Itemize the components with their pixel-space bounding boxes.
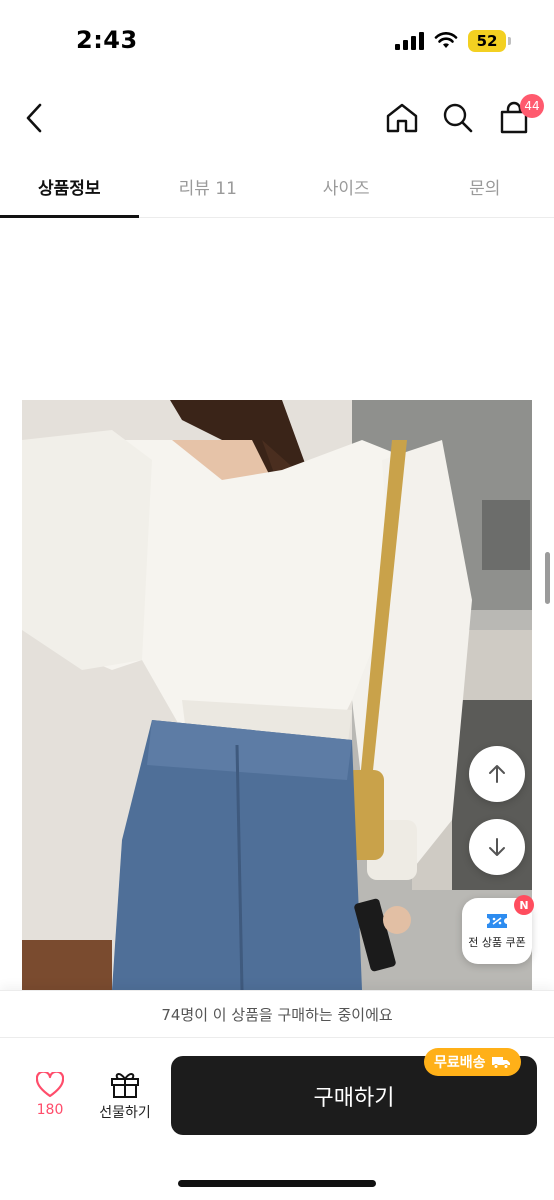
like-count: 180 [36,1102,64,1118]
product-photo [22,400,532,990]
product-photo-illustration [22,400,532,990]
battery-cap [508,37,511,45]
status-time: 2:43 [76,26,138,54]
wifi-icon [434,32,458,48]
search-button[interactable] [436,96,480,140]
home-icon [386,103,418,133]
purchase-bar: 180 선물하기 구매하기 무료배송 [0,1038,554,1200]
app-header [0,84,554,152]
free-shipping-badge: 무료배송 [424,1048,521,1076]
coupon-new-badge: N [514,895,534,915]
arrow-up-icon [489,765,505,783]
page-scrollbar[interactable] [545,552,550,604]
gift-button[interactable]: 선물하기 [92,1070,158,1130]
gift-icon [111,1073,139,1098]
tab-product-info[interactable]: 상품정보 [0,152,139,218]
home-indicator [178,1180,376,1187]
like-button[interactable]: 180 [22,1072,78,1128]
buyer-count-notice: 74명이 이 상품을 구매하는 중이에요 [0,990,554,1038]
truck-icon [491,1057,510,1069]
arrow-down-icon [489,838,505,856]
battery-level: 52 [476,32,498,50]
tab-inquiry[interactable]: 문의 [416,152,554,217]
coupon-label: 전 상품 쿠폰 [468,936,526,949]
scroll-down-button[interactable] [469,819,525,875]
gift-label: 선물하기 [99,1105,151,1121]
chevron-left-icon [26,103,42,133]
coupon-icon [487,914,507,928]
back-button[interactable] [14,96,54,140]
status-icons: 52 [395,30,511,52]
cellular-signal-icon [395,32,424,50]
heart-icon [36,1072,64,1098]
home-button[interactable] [380,96,424,140]
battery-indicator: 52 [468,30,511,52]
product-tabs: 상품정보 리뷰 11 사이즈 문의 [0,152,554,218]
status-bar: 2:43 52 [0,0,554,84]
search-icon [443,103,473,133]
cart-count-badge: 44 [520,94,544,118]
scroll-up-button[interactable] [469,746,525,802]
free-shipping-label: 무료배송 [434,1055,486,1071]
tab-reviews[interactable]: 리뷰 11 [139,152,278,217]
tab-size[interactable]: 사이즈 [277,152,416,217]
